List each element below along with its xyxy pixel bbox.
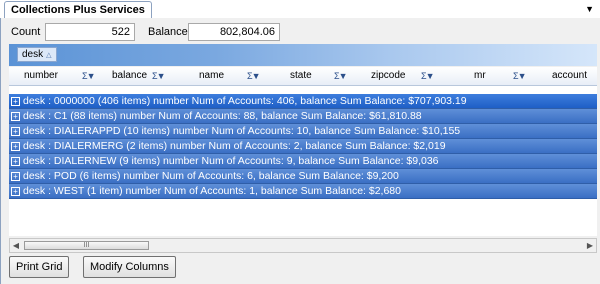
horizontal-scrollbar[interactable]: ◀ III ▶ bbox=[9, 238, 597, 253]
column-header-account[interactable]: account bbox=[552, 69, 587, 83]
column-header-state[interactable]: state bbox=[290, 69, 312, 83]
plus-box-icon[interactable]: + bbox=[11, 97, 20, 106]
grid-header: number Σ▼ balance Σ▼ name Σ▼ state Σ▼ zi… bbox=[9, 67, 597, 86]
sort-filter-icon[interactable]: Σ▼ bbox=[152, 69, 166, 83]
sort-filter-icon[interactable]: Σ▼ bbox=[421, 69, 435, 83]
group-row[interactable]: + desk : DIALERMERG (2 items) number Num … bbox=[9, 139, 597, 154]
group-row[interactable]: + desk : POD (6 items) number Num of Acco… bbox=[9, 169, 597, 184]
column-header-name[interactable]: name bbox=[199, 69, 224, 83]
tab-strip: Collections Plus Services ▼ bbox=[0, 0, 600, 19]
tab-collections-plus-services[interactable]: Collections Plus Services bbox=[4, 1, 152, 18]
sort-filter-icon[interactable]: Σ▼ bbox=[334, 69, 348, 83]
collections-panel: Count 522 Balance 802,804.06 desk △ numbe… bbox=[0, 18, 600, 284]
group-row-text: desk : DIALERNEW (9 items) number Num of… bbox=[23, 155, 439, 167]
column-header-mr[interactable]: mr bbox=[474, 69, 486, 83]
column-header-zipcode[interactable]: zipcode bbox=[371, 69, 405, 83]
balance-label: Balance bbox=[148, 26, 188, 38]
plus-box-icon[interactable]: + bbox=[11, 112, 20, 121]
plus-box-icon[interactable]: + bbox=[11, 142, 20, 151]
scroll-right-icon[interactable]: ▶ bbox=[584, 239, 596, 252]
group-row-text: desk : C1 (88 items) number Num of Accou… bbox=[23, 110, 422, 122]
group-row[interactable]: + desk : WEST (1 item) number Num of Acco… bbox=[9, 184, 597, 199]
plus-box-icon[interactable]: + bbox=[11, 157, 20, 166]
group-row-text: desk : WEST (1 item) number Num of Accou… bbox=[23, 185, 401, 197]
scrollbar-thumb[interactable]: III bbox=[24, 241, 149, 250]
group-by-chip-desk[interactable]: desk △ bbox=[17, 47, 57, 62]
group-by-label: desk bbox=[22, 49, 44, 60]
count-label: Count bbox=[11, 26, 41, 38]
sort-ascending-icon: △ bbox=[46, 52, 52, 59]
group-row-text: desk : POD (6 items) number Num of Accou… bbox=[23, 170, 399, 182]
sort-filter-icon[interactable]: Σ▼ bbox=[82, 69, 96, 83]
plus-box-icon[interactable]: + bbox=[11, 127, 20, 136]
group-row-text: desk : DIALERAPPD (10 items) number Num … bbox=[23, 125, 461, 137]
group-row-text: desk : 0000000 (406 items) number Num of… bbox=[23, 95, 467, 107]
column-header-number[interactable]: number bbox=[24, 69, 58, 83]
group-grid: + desk : 0000000 (406 items) number Num o… bbox=[9, 86, 597, 236]
group-row[interactable]: + desk : C1 (88 items) number Num of Acco… bbox=[9, 109, 597, 124]
group-row[interactable]: + desk : 0000000 (406 items) number Num o… bbox=[9, 94, 597, 109]
print-grid-button[interactable]: Print Grid bbox=[9, 256, 70, 278]
group-row-text: desk : DIALERMERG (2 items) number Num o… bbox=[23, 140, 446, 152]
plus-box-icon[interactable]: + bbox=[11, 172, 20, 181]
group-row[interactable]: + desk : DIALERAPPD (10 items) number Num… bbox=[9, 124, 597, 139]
modify-columns-button[interactable]: Modify Columns bbox=[83, 256, 176, 278]
column-header-balance[interactable]: balance bbox=[112, 69, 147, 83]
count-field[interactable]: 522 bbox=[45, 23, 135, 41]
group-row[interactable]: + desk : DIALERNEW (9 items) number Num o… bbox=[9, 154, 597, 169]
sort-filter-icon[interactable]: Σ▼ bbox=[513, 69, 527, 83]
plus-box-icon[interactable]: + bbox=[11, 187, 20, 196]
dropdown-arrow-icon[interactable]: ▼ bbox=[585, 1, 594, 17]
group-by-area[interactable]: desk △ bbox=[9, 44, 597, 66]
scroll-left-icon[interactable]: ◀ bbox=[10, 239, 22, 252]
balance-field[interactable]: 802,804.06 bbox=[188, 23, 280, 41]
sort-filter-icon[interactable]: Σ▼ bbox=[247, 69, 261, 83]
